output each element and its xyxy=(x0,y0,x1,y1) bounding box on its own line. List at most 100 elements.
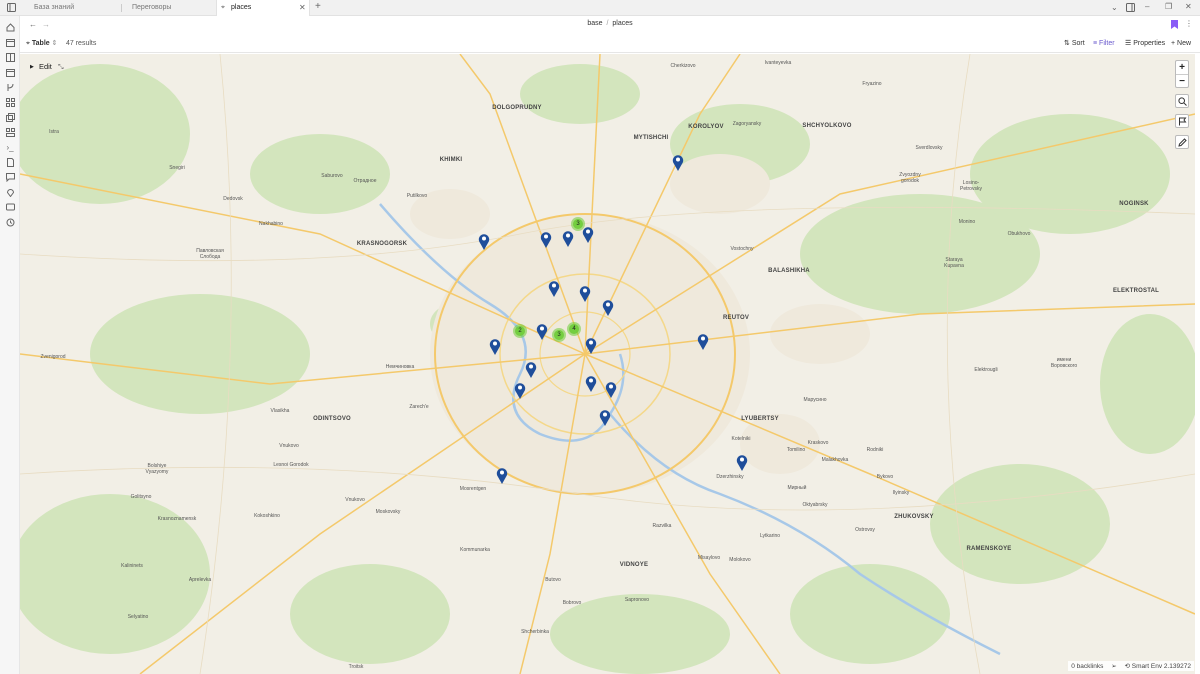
close-icon[interactable]: ✕ xyxy=(299,3,306,13)
marker-cluster[interactable]: 2 xyxy=(513,324,527,338)
backlinks-count[interactable]: 0 backlinks xyxy=(1071,663,1103,670)
place-label: Troitsk xyxy=(348,664,364,670)
place-label: Putilkovo xyxy=(406,193,428,199)
place-label: Kommunarka xyxy=(460,547,490,553)
map-pin-icon[interactable] xyxy=(5,187,15,197)
chevron-updown-icon: ⇕ xyxy=(51,40,58,47)
minimize-icon[interactable]: – xyxy=(1145,2,1149,12)
book-icon[interactable] xyxy=(5,52,15,62)
place-label: Molokovo xyxy=(729,557,751,563)
map-pin-marker[interactable] xyxy=(585,337,597,354)
place-label: Павловская Слобода xyxy=(196,248,224,260)
place-label: ZHUKOVSKY xyxy=(894,514,934,520)
place-label: KOROLYOV xyxy=(688,124,724,130)
grid-icon[interactable] xyxy=(5,97,15,107)
env-label[interactable]: Smart Env 2.139272 xyxy=(1132,663,1191,670)
document-icon[interactable] xyxy=(5,157,15,167)
calendar-icon[interactable] xyxy=(5,67,15,77)
git-branch-icon[interactable] xyxy=(5,82,15,92)
zoom-in-button[interactable]: + xyxy=(1176,61,1188,75)
map-pin-marker[interactable] xyxy=(672,154,684,171)
tab-label: Переговоры xyxy=(132,4,172,11)
map-pin-marker[interactable] xyxy=(599,409,611,426)
map-edit-button[interactable]: ▶ Edit ⤡ xyxy=(30,62,64,72)
map-pin-marker[interactable] xyxy=(540,231,552,248)
place-label: Ostrovsy xyxy=(855,527,875,533)
layout-icon[interactable] xyxy=(1126,3,1135,15)
map-pin-marker[interactable] xyxy=(562,230,574,247)
breadcrumb-base[interactable]: base xyxy=(587,20,602,27)
more-options-icon[interactable]: ⋮ xyxy=(1185,19,1193,29)
marker-cluster[interactable]: 4 xyxy=(567,322,581,336)
place-label: Dedovsk xyxy=(223,196,243,202)
chat-icon[interactable] xyxy=(5,172,15,182)
place-label: Vostochny xyxy=(730,246,754,252)
send-icon[interactable]: ➢ xyxy=(1111,663,1116,670)
map-pin-marker[interactable] xyxy=(548,280,560,297)
new-tab-icon[interactable]: + xyxy=(315,2,321,12)
window-close-icon[interactable]: ✕ xyxy=(1185,2,1192,12)
place-label: Aprelevka xyxy=(188,577,212,583)
map-pin-marker[interactable] xyxy=(697,333,709,350)
tab-label: База знаний xyxy=(34,4,75,11)
calendar-icon[interactable] xyxy=(5,37,15,47)
map-pin-marker[interactable] xyxy=(525,361,537,378)
place-label: Monino xyxy=(958,219,976,225)
place-label: Malakhovka xyxy=(821,457,849,463)
bookmark-icon[interactable] xyxy=(1171,20,1178,32)
place-label: LYUBERTSY xyxy=(741,416,779,422)
bases-toolbar: ⌖ Table ⇕ 47 results ⇅ Sort ≡ Filter ☰ P… xyxy=(20,35,1200,53)
map-pin-marker[interactable] xyxy=(585,375,597,392)
chat-icon[interactable] xyxy=(5,202,15,212)
home-icon[interactable] xyxy=(5,22,15,32)
collapse-icon[interactable]: ⤡ xyxy=(58,64,64,71)
place-label: SHCHYOLKOVO xyxy=(802,123,852,129)
files-icon[interactable] xyxy=(5,112,15,122)
marker-cluster[interactable]: 3 xyxy=(552,328,566,342)
results-count: 47 results xyxy=(66,40,97,47)
place-label: ELEKTROSTAL xyxy=(1112,288,1160,294)
breadcrumb-places[interactable]: places xyxy=(612,20,632,27)
place-label: Kalininets xyxy=(121,563,143,569)
new-label: New xyxy=(1177,40,1192,47)
place-label: Dzerzhinsky xyxy=(716,474,744,480)
filter-button[interactable]: ≡ Filter xyxy=(1093,39,1115,49)
place-label: Немчиновка xyxy=(385,364,415,370)
map-pin-icon: ⌖ xyxy=(26,40,30,47)
sidebar-toggle-icon[interactable] xyxy=(6,3,16,13)
map-pin-marker[interactable] xyxy=(496,467,508,484)
restore-icon[interactable]: ❐ xyxy=(1165,2,1172,12)
map-pin-marker[interactable] xyxy=(536,323,548,340)
place-label: Ilyinsky xyxy=(892,490,910,496)
layout-icon[interactable] xyxy=(5,127,15,137)
sort-button[interactable]: ⇅ Sort xyxy=(1064,39,1085,49)
place-label: Марусино xyxy=(803,397,827,403)
properties-button[interactable]: ☰ Properties xyxy=(1125,39,1165,49)
cluster-count: 2 xyxy=(515,326,525,336)
view-selector[interactable]: ⌖ Table ⇕ xyxy=(26,39,58,49)
map-view[interactable]: Cherkizovo Ivanteyevka Fryazino DOLGOPRU… xyxy=(20,54,1195,674)
sync-icon[interactable]: ⟲ xyxy=(1124,663,1129,670)
breadcrumb: base / places xyxy=(20,20,1200,27)
map-search-button[interactable] xyxy=(1175,94,1189,108)
map-flag-button[interactable] xyxy=(1175,114,1189,128)
new-button[interactable]: + New xyxy=(1171,39,1191,49)
place-label: Sverdlovsky xyxy=(915,145,943,151)
map-pin-marker[interactable] xyxy=(736,454,748,471)
tab-knowledge-base[interactable]: База знаний xyxy=(24,0,122,16)
terminal-icon[interactable]: ›_ xyxy=(5,142,15,152)
map-pin-marker[interactable] xyxy=(514,382,526,399)
map-draw-button[interactable] xyxy=(1175,135,1189,149)
chevron-down-icon[interactable]: ⌄ xyxy=(1111,3,1118,13)
tab-places[interactable]: ⌖ places ✕ xyxy=(216,0,310,16)
map-pin-marker[interactable] xyxy=(489,338,501,355)
tab-negotiations[interactable]: Переговоры xyxy=(122,0,216,16)
map-pin-marker[interactable] xyxy=(602,299,614,316)
history-icon[interactable] xyxy=(5,217,15,227)
map-pin-marker[interactable] xyxy=(605,381,617,398)
map-pin-marker[interactable] xyxy=(478,233,490,250)
view-header: ← → base / places ⋮ xyxy=(20,16,1200,34)
zoom-out-button[interactable]: − xyxy=(1176,75,1188,89)
map-pin-marker[interactable] xyxy=(582,226,594,243)
map-pin-marker[interactable] xyxy=(579,285,591,302)
